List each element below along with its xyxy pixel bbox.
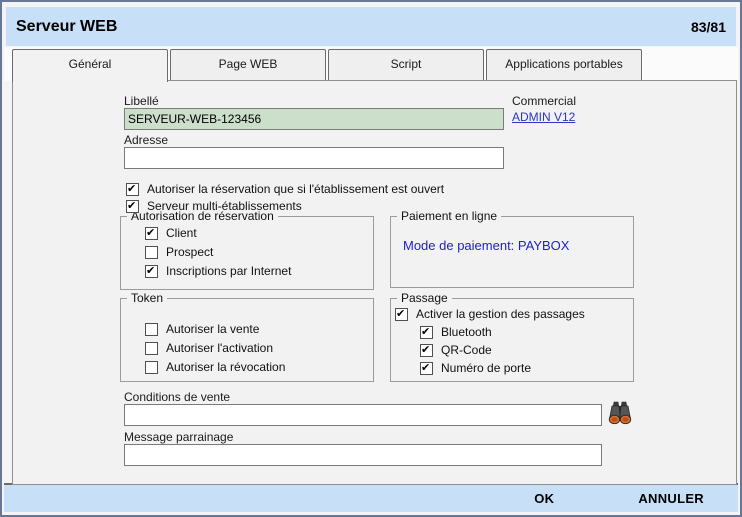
multi-etablissements-checkbox[interactable] <box>126 199 139 213</box>
tab-page-web[interactable]: Page WEB <box>170 49 326 80</box>
autoriser-activation-row[interactable]: Autoriser l'activation <box>145 340 373 356</box>
group-autorisation-body: Client Prospect Inscriptions par Interne… <box>121 217 373 289</box>
client-checkbox[interactable] <box>145 226 158 240</box>
multi-etablissements-label: Serveur multi-établissements <box>147 199 302 213</box>
reservation-ouvert-label: Autoriser la réservation que si l'établi… <box>147 182 445 196</box>
numero-porte-checkbox[interactable] <box>420 361 433 375</box>
multi-etablissements-row[interactable]: Serveur multi-établissements <box>126 198 302 214</box>
tab-script[interactable]: Script <box>328 49 484 80</box>
group-paiement-en-ligne: Paiement en ligne Mode de paiement: PAYB… <box>390 209 634 288</box>
numero-porte-row[interactable]: Numéro de porte <box>420 360 633 376</box>
qr-code-row[interactable]: QR-Code <box>420 342 633 358</box>
gestion-passages-label: Activer la gestion des passages <box>416 307 585 321</box>
conditions-vente-input[interactable] <box>124 404 602 426</box>
mode-paiement-text: Mode de paiement: PAYBOX <box>403 238 570 253</box>
group-passage: Passage Activer la gestion des passages … <box>390 291 634 382</box>
autoriser-revocation-row[interactable]: Autoriser la révocation <box>145 359 373 375</box>
inscriptions-internet-checkbox[interactable] <box>145 264 158 278</box>
qr-code-checkbox[interactable] <box>420 343 433 357</box>
autoriser-vente-checkbox[interactable] <box>145 322 158 336</box>
conditions-vente-label: Conditions de vente <box>124 390 231 404</box>
gestion-passages-row[interactable]: Activer la gestion des passages <box>395 306 633 322</box>
dialog-header: Serveur WEB 83/81 <box>6 7 736 46</box>
reservation-ouvert-checkbox[interactable] <box>126 182 139 196</box>
libelle-input[interactable] <box>124 108 504 130</box>
autoriser-activation-checkbox[interactable] <box>145 341 158 355</box>
tab-general[interactable]: Général <box>12 49 168 82</box>
reservation-ouvert-row[interactable]: Autoriser la réservation que si l'établi… <box>126 181 444 197</box>
prospect-checkbox[interactable] <box>145 245 158 259</box>
bluetooth-label: Bluetooth <box>441 325 492 339</box>
autoriser-revocation-label: Autoriser la révocation <box>166 360 286 374</box>
message-parrainage-label: Message parrainage <box>124 430 234 444</box>
inscriptions-internet-label: Inscriptions par Internet <box>166 264 292 278</box>
commercial-link[interactable]: ADMIN V12 <box>512 110 575 124</box>
autoriser-vente-row[interactable]: Autoriser la vente <box>145 321 373 337</box>
annuler-button[interactable]: ANNULER <box>632 490 710 507</box>
numero-porte-label: Numéro de porte <box>441 361 532 375</box>
tab-applications-portables[interactable]: Applications portables <box>486 49 642 80</box>
record-counter: 83/81 <box>690 18 726 35</box>
ok-button[interactable]: OK <box>528 490 560 507</box>
group-autorisation-reservation: Autorisation de réservation Client Prosp… <box>120 209 374 290</box>
group-passage-body: Activer la gestion des passages Bluetoot… <box>391 299 633 381</box>
tab-strip: Général Page WEB Script Applications por… <box>4 47 738 82</box>
client-label: Client <box>166 226 197 240</box>
adresse-input[interactable] <box>124 147 504 169</box>
group-paiement-body: Mode de paiement: PAYBOX <box>391 217 633 287</box>
group-token-body: Autoriser la vente Autoriser l'activatio… <box>121 299 373 381</box>
autoriser-vente-label: Autoriser la vente <box>166 322 260 336</box>
inscriptions-internet-row[interactable]: Inscriptions par Internet <box>145 263 373 279</box>
prospect-label: Prospect <box>166 245 214 259</box>
binoculars-glyph <box>608 401 632 425</box>
prospect-row[interactable]: Prospect <box>145 244 373 260</box>
gestion-passages-checkbox[interactable] <box>395 307 408 321</box>
dialog-footer: OK ANNULER <box>4 483 738 512</box>
message-parrainage-input[interactable] <box>124 444 602 466</box>
group-token: Token Autoriser la vente Autoriser l'act… <box>120 291 374 382</box>
page-title: Serveur WEB <box>16 17 118 35</box>
commercial-label: Commercial <box>512 94 577 108</box>
adresse-label: Adresse <box>124 133 169 147</box>
bluetooth-row[interactable]: Bluetooth <box>420 324 633 340</box>
bluetooth-checkbox[interactable] <box>420 325 433 339</box>
client-row[interactable]: Client <box>145 225 373 241</box>
autoriser-activation-label: Autoriser l'activation <box>166 341 274 355</box>
qr-code-label: QR-Code <box>441 343 492 357</box>
serveur-web-dialog: Serveur WEB 83/81 Général Page WEB Scrip… <box>0 0 742 517</box>
binoculars-icon[interactable] <box>605 400 635 428</box>
autoriser-revocation-checkbox[interactable] <box>145 360 158 374</box>
libelle-label: Libellé <box>124 94 159 108</box>
